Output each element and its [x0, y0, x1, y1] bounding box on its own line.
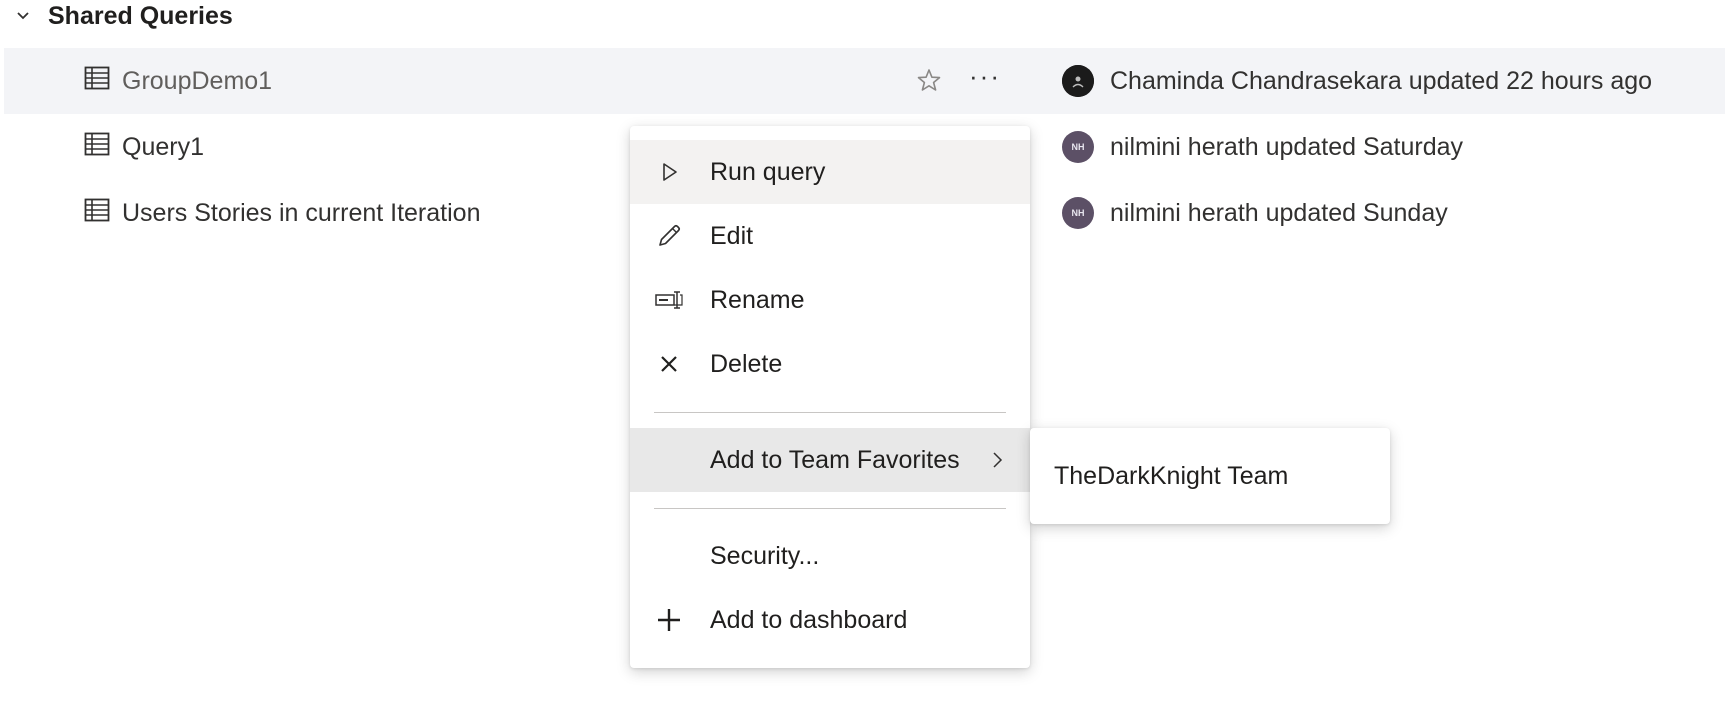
menu-item-delete[interactable]: Delete	[630, 332, 1030, 396]
table-query-icon	[84, 131, 110, 164]
menu-item-edit[interactable]: Edit	[630, 204, 1030, 268]
star-outline-icon[interactable]	[914, 66, 944, 96]
query-name[interactable]: Users Stories in current Iteration	[84, 197, 480, 230]
row-actions: ···	[914, 61, 1001, 96]
menu-divider	[654, 508, 1006, 509]
submenu-item-label: TheDarkKnight Team	[1054, 461, 1289, 490]
query-name[interactable]: Query1	[84, 131, 204, 164]
pencil-icon	[654, 221, 684, 251]
play-icon	[654, 157, 684, 187]
plus-icon	[654, 605, 684, 635]
shared-queries-header[interactable]: Shared Queries	[14, 0, 233, 32]
avatar: NH	[1062, 131, 1094, 163]
menu-item-label: Run query	[710, 157, 826, 186]
menu-item-add-to-dashboard[interactable]: Add to dashboard	[630, 588, 1030, 652]
query-owner: Chaminda Chandrasekara updated 22 hours …	[1062, 65, 1652, 97]
menu-item-label: Add to Team Favorites	[710, 445, 960, 474]
ellipsis-icon: ···	[969, 61, 1001, 91]
menu-item-label: Rename	[710, 285, 805, 314]
team-favorites-submenu: TheDarkKnight Team	[1030, 428, 1390, 524]
query-row-groupdemo1[interactable]: GroupDemo1 ··· Chaminda Chandrasekara up…	[4, 48, 1725, 114]
more-options-button[interactable]: ···	[969, 61, 1001, 96]
owner-text: nilmini herath updated Sunday	[1110, 198, 1448, 227]
menu-divider	[654, 412, 1006, 413]
rename-icon	[654, 285, 684, 315]
query-context-menu: Run query Edit Rename Delete Add to Team…	[630, 126, 1030, 668]
avatar: NH	[1062, 197, 1094, 229]
shared-queries-page: Shared Queries GroupDemo1 ··· Chaminda C…	[0, 0, 1725, 710]
query-name[interactable]: GroupDemo1	[84, 65, 272, 98]
chevron-down-icon[interactable]	[14, 7, 32, 25]
avatar	[1062, 65, 1094, 97]
menu-item-label: Security...	[710, 541, 820, 570]
query-label: Users Stories in current Iteration	[122, 198, 481, 227]
owner-text: Chaminda Chandrasekara updated 22 hours …	[1110, 66, 1653, 95]
chevron-right-icon	[987, 445, 1007, 475]
menu-item-label: Edit	[710, 221, 754, 250]
menu-item-add-to-team-favorites[interactable]: Add to Team Favorites	[630, 428, 1030, 492]
query-owner: NH nilmini herath updated Saturday	[1062, 131, 1463, 163]
menu-item-rename[interactable]: Rename	[630, 268, 1030, 332]
query-owner: NH nilmini herath updated Sunday	[1062, 197, 1448, 229]
menu-item-run-query[interactable]: Run query	[630, 140, 1030, 204]
menu-item-label: Add to dashboard	[710, 605, 908, 634]
section-title: Shared Queries	[48, 1, 233, 30]
query-label: Query1	[122, 132, 204, 161]
menu-item-security[interactable]: Security...	[630, 524, 1030, 588]
owner-text: nilmini herath updated Saturday	[1110, 132, 1464, 161]
table-query-icon	[84, 197, 110, 230]
table-query-icon	[84, 65, 110, 98]
menu-item-label: Delete	[710, 349, 783, 378]
submenu-item-thedarkknight-team[interactable]: TheDarkKnight Team	[1030, 444, 1390, 508]
query-label: GroupDemo1	[122, 66, 273, 95]
close-icon	[654, 349, 684, 379]
